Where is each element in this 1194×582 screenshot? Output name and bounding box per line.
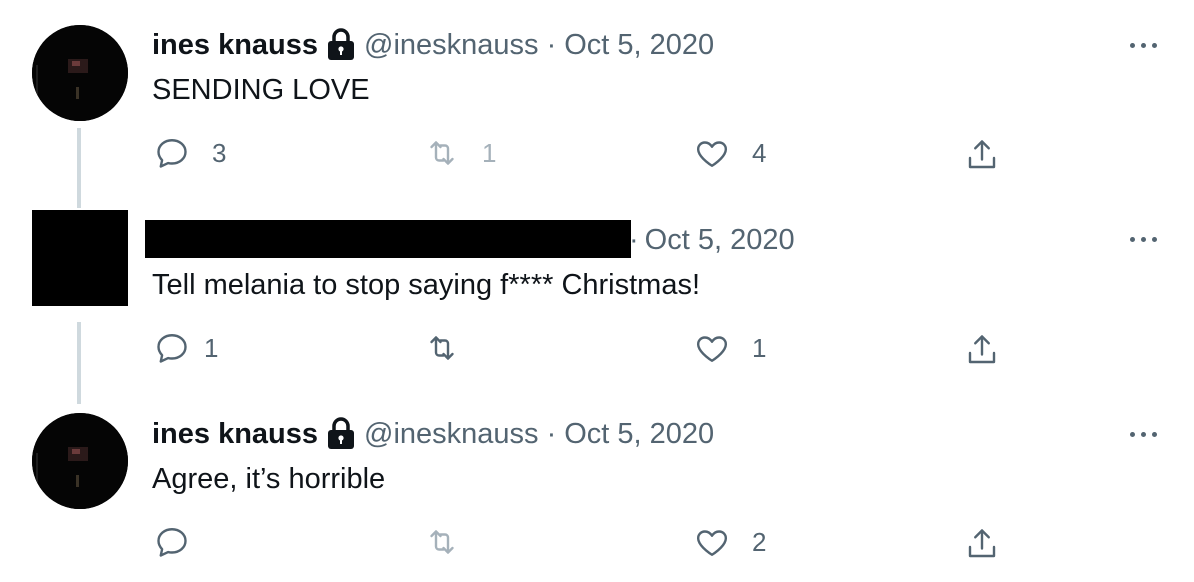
tweet[interactable]: ines knauss @inesknauss · Oct 5, 2020 Ag…	[0, 388, 1194, 582]
like-button[interactable]: 2	[694, 524, 766, 560]
tweet-header: ines knauss @inesknauss · Oct 5, 2020	[152, 416, 714, 452]
tweet-header: · Oct 5, 2020	[629, 222, 795, 258]
retweet-button[interactable]	[424, 524, 460, 560]
separator: ·	[546, 418, 557, 450]
like-button[interactable]: 1	[694, 330, 766, 366]
retweet-button[interactable]	[424, 330, 460, 366]
like-button[interactable]: 4	[694, 135, 766, 171]
author-name[interactable]: ines knauss	[152, 27, 318, 63]
redacted-author	[145, 220, 631, 258]
avatar[interactable]	[32, 25, 128, 121]
avatar[interactable]	[32, 210, 128, 306]
author-handle[interactable]: @inesknauss	[364, 27, 539, 63]
retweet-icon	[430, 336, 454, 360]
like-icon	[696, 141, 728, 167]
like-count: 1	[752, 332, 767, 363]
more-icon[interactable]	[1126, 424, 1162, 444]
reply-count: 1	[204, 332, 219, 363]
reply-icon	[157, 139, 187, 168]
reply-button[interactable]: 1	[154, 330, 218, 366]
like-icon	[696, 530, 728, 556]
share-icon	[968, 335, 996, 364]
avatar[interactable]	[32, 413, 128, 509]
reply-button[interactable]	[154, 524, 190, 560]
reply-icon	[157, 334, 187, 363]
tweet[interactable]: · Oct 5, 2020 Tell melania to stop sayin…	[0, 194, 1194, 388]
more-icon[interactable]	[1126, 229, 1162, 249]
like-count: 2	[752, 526, 767, 557]
tweet[interactable]: ines knauss @inesknauss · Oct 5, 2020 SE…	[0, 0, 1194, 194]
share-button[interactable]	[964, 526, 1000, 562]
lock-icon	[326, 417, 356, 451]
retweet-button[interactable]: 1	[424, 135, 496, 171]
author-handle[interactable]: @inesknauss	[364, 416, 539, 452]
tweet-text: Agree, it’s horrible	[152, 463, 386, 495]
tweet-date[interactable]: Oct 5, 2020	[645, 222, 795, 258]
retweet-icon	[430, 141, 454, 165]
author-name[interactable]: ines knauss	[152, 416, 318, 452]
retweet-count: 1	[482, 137, 497, 168]
share-icon	[968, 140, 996, 169]
lock-icon	[326, 28, 356, 62]
reply-button[interactable]: 3	[154, 135, 226, 171]
share-icon	[968, 529, 996, 558]
more-icon[interactable]	[1126, 35, 1162, 55]
tweet-date[interactable]: Oct 5, 2020	[564, 27, 714, 63]
tweet-date[interactable]: Oct 5, 2020	[564, 416, 714, 452]
tweet-text: SENDING LOVE	[152, 74, 370, 106]
separator: ·	[546, 29, 557, 61]
retweet-icon	[430, 530, 454, 554]
share-button[interactable]	[964, 137, 1000, 173]
like-icon	[696, 336, 728, 362]
tweet-text: Tell melania to stop saying f**** Christ…	[152, 269, 701, 301]
separator: ·	[629, 224, 639, 256]
reply-icon	[157, 528, 187, 557]
share-button[interactable]	[964, 332, 1000, 368]
reply-count: 3	[212, 137, 227, 168]
tweet-header: ines knauss @inesknauss · Oct 5, 2020	[152, 27, 714, 63]
like-count: 4	[752, 137, 767, 168]
